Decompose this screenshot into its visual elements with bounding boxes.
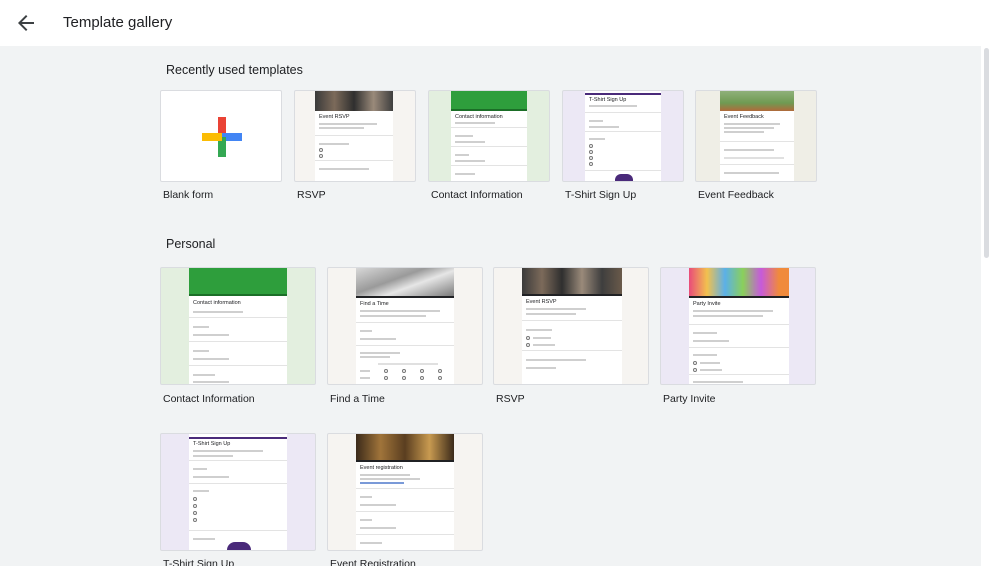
form-question [315,139,393,161]
form-question [189,487,287,531]
template-label: T-Shirt Sign Up [163,558,235,566]
back-button[interactable] [14,11,38,35]
form-question [189,370,287,384]
scrollbar-thumb[interactable] [984,48,989,258]
form-question [356,492,454,512]
banner-image [522,268,622,294]
arrow-left-icon [18,15,34,31]
template-label: RSVP [496,393,525,405]
template-thumbnail: Find a Time [327,267,483,385]
form-header-block: Event Feedback [720,112,794,142]
form-question [189,464,287,484]
template-thumbnail: Event RSVP [493,267,649,385]
banner-image [356,268,454,296]
template-thumbnail: Contact information [160,267,316,385]
section-title-personal: Personal [166,237,216,251]
form-header-block: Contact information [189,298,287,318]
form-title: Event RSVP [319,114,350,120]
form-question [356,515,454,535]
template-thumbnail: T-Shirt Sign Up [562,90,684,182]
form-question [720,168,794,181]
form-preview: T-Shirt Sign Up [189,434,287,550]
template-thumbnail: Contact information [428,90,550,182]
banner-image [356,434,454,460]
form-question [451,169,527,181]
template-thumbnail: Event registration [327,433,483,551]
form-preview: Contact information [451,91,527,181]
scrollbar[interactable] [981,46,1000,566]
form-question [720,145,794,165]
form-header-block: T-Shirt Sign Up [585,95,661,113]
form-title: Event Feedback [724,114,764,120]
form-preview: Event RSVP [522,268,622,384]
template-label: Event Registration [330,558,416,566]
form-question [689,378,789,384]
form-header-block: T-Shirt Sign Up [189,439,287,461]
page-title: Template gallery [63,14,173,31]
form-header-block: Event registration [356,463,454,489]
form-preview: Event RSVP [315,91,393,181]
form-preview: Event Feedback [720,91,794,181]
form-title: Party Invite [693,301,721,307]
form-preview: Contact information [189,268,287,384]
form-header-block: Contact information [451,112,527,128]
template-label: T-Shirt Sign Up [565,189,637,201]
section-title-recent: Recently used templates [166,63,303,77]
form-title: Event RSVP [526,299,557,305]
tshirt-image [615,174,633,181]
form-title: T-Shirt Sign Up [193,441,231,447]
form-title: T-Shirt Sign Up [589,97,627,103]
form-question [522,325,622,351]
form-preview: Party Invite [689,268,789,384]
form-question [356,538,454,550]
banner-image [720,91,794,111]
form-preview: Event registration [356,434,454,550]
template-thumbnail: Party Invite [660,267,816,385]
form-header-block: Event RSVP [522,297,622,321]
form-question [522,355,622,384]
template-thumbnail: T-Shirt Sign Up [160,433,316,551]
template-label: Blank form [163,189,214,201]
form-title: Contact information [193,300,241,306]
form-question [585,116,661,132]
plus-icon [202,117,242,157]
banner-image [315,91,393,111]
form-question [451,131,527,147]
form-question [585,135,661,171]
form-header-block: Event RSVP [315,112,393,136]
form-header-block: Find a Time [356,299,454,323]
template-label: RSVP [297,189,326,201]
banner-image [451,91,527,109]
form-title: Contact information [455,114,503,120]
form-title: Event registration [360,465,403,471]
form-question [189,322,287,342]
template-thumbnail [160,90,282,182]
top-bar: Template gallery [0,0,1000,46]
form-question [689,351,789,375]
form-preview: Find a Time [356,268,454,384]
form-question [315,164,393,181]
form-header-block: Party Invite [689,299,789,325]
tshirt-image [227,542,251,550]
form-question [689,328,789,348]
banner-image [189,268,287,294]
template-thumbnail: Event RSVP [294,90,416,182]
form-title: Find a Time [360,301,389,307]
template-label: Event Feedback [698,189,774,201]
template-label: Party Invite [663,393,716,405]
form-question [356,349,454,384]
form-question [189,346,287,366]
template-label: Find a Time [330,393,385,405]
template-thumbnail: Event Feedback [695,90,817,182]
template-label: Contact Information [163,393,255,405]
form-question [356,326,454,346]
banner-image [689,268,789,296]
template-label: Contact Information [431,189,523,201]
form-preview: T-Shirt Sign Up [585,91,661,181]
form-question [451,150,527,166]
